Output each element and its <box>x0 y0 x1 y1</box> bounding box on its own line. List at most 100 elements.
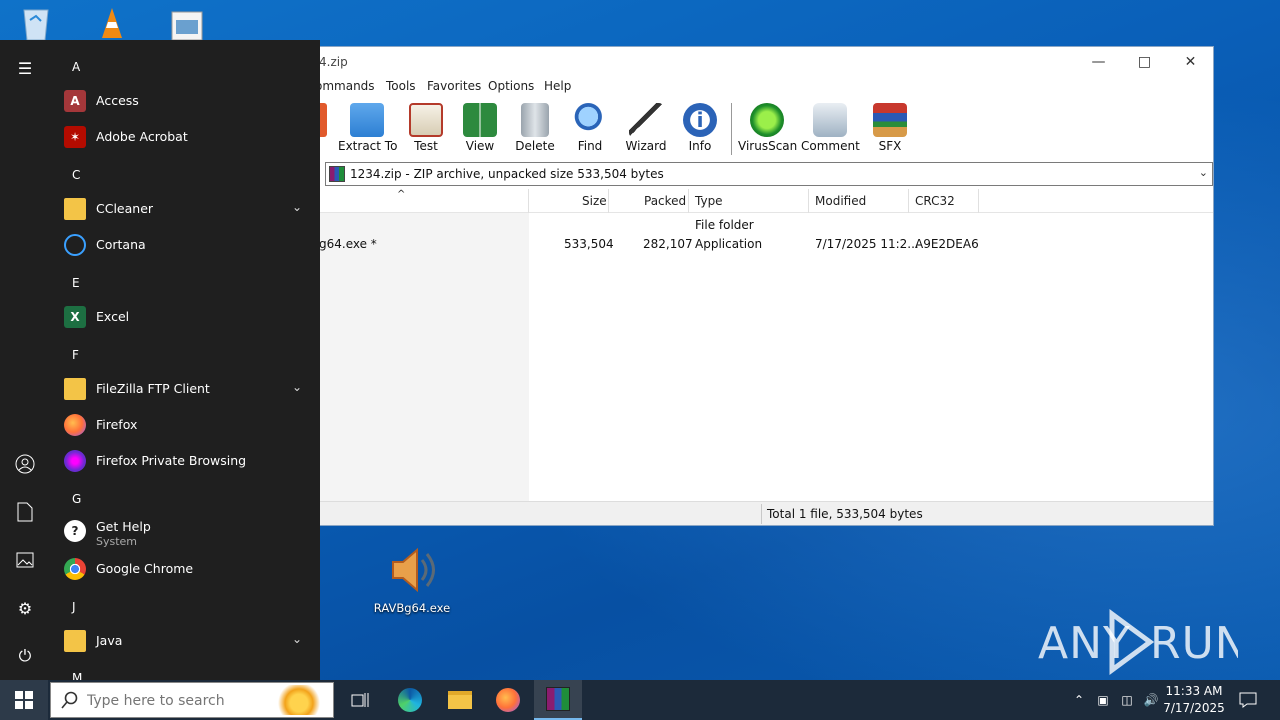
close-button[interactable]: ✕ <box>1168 47 1213 77</box>
table-row[interactable]: g64.exe * 533,504 282,107 Application 7/… <box>301 234 1213 254</box>
taskbar-clock[interactable]: 11:33 AM 7/17/2025 <box>1160 683 1228 717</box>
vlc-icon[interactable] <box>92 4 132 40</box>
maximize-button[interactable]: □ <box>1122 47 1167 77</box>
search-icon <box>61 691 78 709</box>
app-firefox[interactable]: Firefox <box>62 409 310 441</box>
power-icon[interactable]: ⏻ <box>13 644 37 668</box>
section-letter[interactable]: C <box>72 168 80 182</box>
svg-text:ANY: ANY <box>1038 618 1131 669</box>
test-button[interactable]: Test <box>397 99 455 153</box>
table-row[interactable]: File folder <box>301 215 1213 235</box>
window-title: 4.zip <box>319 55 348 69</box>
name-column-pane <box>301 213 529 501</box>
task-view-button[interactable] <box>336 680 384 720</box>
app-label: Firefox <box>96 417 138 432</box>
app-google-chrome[interactable]: Google Chrome <box>62 553 310 585</box>
clipboard-check-icon <box>409 103 443 137</box>
column-crc32[interactable]: CRC32 <box>915 194 955 208</box>
clock-date: 7/17/2025 <box>1163 701 1225 715</box>
start-button[interactable] <box>0 680 48 720</box>
chevron-down-icon[interactable]: ⌄ <box>292 632 302 646</box>
menu-options[interactable]: Options <box>488 79 534 93</box>
virusscan-label: VirusScan <box>738 139 798 153</box>
minimize-button[interactable]: — <box>1076 47 1121 77</box>
file-list: ^ Size Packed Type Modified CRC32 File f… <box>301 189 1213 501</box>
app-adobe-acrobat[interactable]: ✶ Adobe Acrobat <box>62 121 310 153</box>
chevron-down-icon[interactable]: ⌄ <box>292 200 302 214</box>
winrar-window: 4.zip — □ ✕ ommands Tools Favorites Opti… <box>300 46 1214 526</box>
app-cortana[interactable]: Cortana <box>62 229 310 261</box>
image-file-icon[interactable] <box>168 4 208 41</box>
access-icon: A <box>64 90 86 112</box>
menu-tools[interactable]: Tools <box>386 79 416 93</box>
app-filezilla[interactable]: FileZilla FTP Client ⌄ <box>62 373 310 405</box>
status-separator <box>761 504 762 524</box>
info-button[interactable]: i Info <box>671 99 729 153</box>
column-separator <box>978 189 979 213</box>
section-letter[interactable]: E <box>72 276 80 290</box>
archive-path-bar[interactable]: 1234.zip - ZIP archive, unpacked size 53… <box>325 162 1213 186</box>
title-bar[interactable]: 4.zip — □ ✕ <box>301 47 1213 77</box>
hamburger-menu-icon[interactable]: ☰ <box>13 56 37 80</box>
winrar-taskbar-button[interactable] <box>534 680 582 720</box>
settings-gear-icon[interactable]: ⚙ <box>13 596 37 620</box>
app-ccleaner[interactable]: CCleaner ⌄ <box>62 193 310 225</box>
menu-help[interactable]: Help <box>544 79 571 93</box>
comment-label: Comment <box>801 139 860 153</box>
app-label: Firefox Private Browsing <box>96 453 247 468</box>
firefox-taskbar-button[interactable] <box>484 680 532 720</box>
documents-icon[interactable] <box>13 500 37 524</box>
delete-button[interactable]: Delete <box>506 99 564 153</box>
chevron-down-icon[interactable]: ⌄ <box>292 380 302 394</box>
book-icon <box>463 103 497 137</box>
volume-icon[interactable]: 🔊 <box>1140 680 1162 720</box>
section-letter[interactable]: J <box>72 600 76 614</box>
extract-to-button[interactable]: Extract To <box>338 99 397 153</box>
meet-now-icon[interactable]: ▣ <box>1092 680 1114 720</box>
app-firefox-private[interactable]: Firefox Private Browsing <box>62 445 310 477</box>
app-access[interactable]: A Access <box>62 85 310 117</box>
column-packed[interactable]: Packed <box>644 194 686 208</box>
section-letter[interactable]: F <box>72 348 79 362</box>
app-sublabel: System <box>96 535 138 548</box>
menu-favorites[interactable]: Favorites <box>427 79 481 93</box>
view-button[interactable]: View <box>451 99 509 153</box>
column-header: ^ Size Packed Type Modified CRC32 <box>301 189 1213 213</box>
recycle-bin-icon[interactable] <box>16 4 56 41</box>
taskbar-search[interactable] <box>50 682 334 718</box>
sfx-button[interactable]: SFX <box>861 99 919 153</box>
find-button[interactable]: Find <box>561 99 619 153</box>
chevron-down-icon[interactable]: ⌄ <box>1199 166 1208 179</box>
test-label: Test <box>414 139 438 153</box>
edge-taskbar-button[interactable] <box>386 680 434 720</box>
pictures-icon[interactable] <box>13 548 37 572</box>
zip-archive-icon <box>329 166 345 182</box>
magnifier-icon <box>573 103 607 137</box>
row-crc32: A9E2DEA6 <box>915 237 979 251</box>
column-modified[interactable]: Modified <box>815 194 866 208</box>
view-label: View <box>465 139 495 153</box>
file-explorer-taskbar-button[interactable] <box>436 680 484 720</box>
show-hidden-icons-chevron-icon[interactable]: ⌃ <box>1068 680 1090 720</box>
desktop-file-ravbg64[interactable]: RAVBg64.exe <box>372 544 452 615</box>
wizard-button[interactable]: Wizard <box>617 99 675 153</box>
clock-time: 11:33 AM <box>1165 684 1223 698</box>
virusscan-button[interactable]: VirusScan <box>738 99 798 153</box>
column-type[interactable]: Type <box>695 194 723 208</box>
menu-commands[interactable]: ommands <box>315 79 375 93</box>
network-icon[interactable]: ◫ <box>1116 680 1138 720</box>
app-get-help[interactable]: ? Get Help System <box>62 515 310 548</box>
column-size[interactable]: Size <box>582 194 607 208</box>
app-java[interactable]: Java ⌄ <box>62 625 310 657</box>
comment-button[interactable]: Comment <box>801 99 860 153</box>
section-letter[interactable]: G <box>72 492 81 506</box>
section-letter[interactable]: M <box>72 671 82 680</box>
winrar-icon <box>546 687 570 711</box>
menu-bar: ommands Tools Favorites Options Help <box>301 77 1213 97</box>
app-label: CCleaner <box>96 201 154 216</box>
user-account-icon[interactable] <box>13 452 37 476</box>
section-letter[interactable]: A <box>72 60 80 74</box>
search-input[interactable] <box>87 691 287 711</box>
notifications-icon[interactable] <box>1234 680 1262 720</box>
app-excel[interactable]: X Excel <box>62 301 310 333</box>
